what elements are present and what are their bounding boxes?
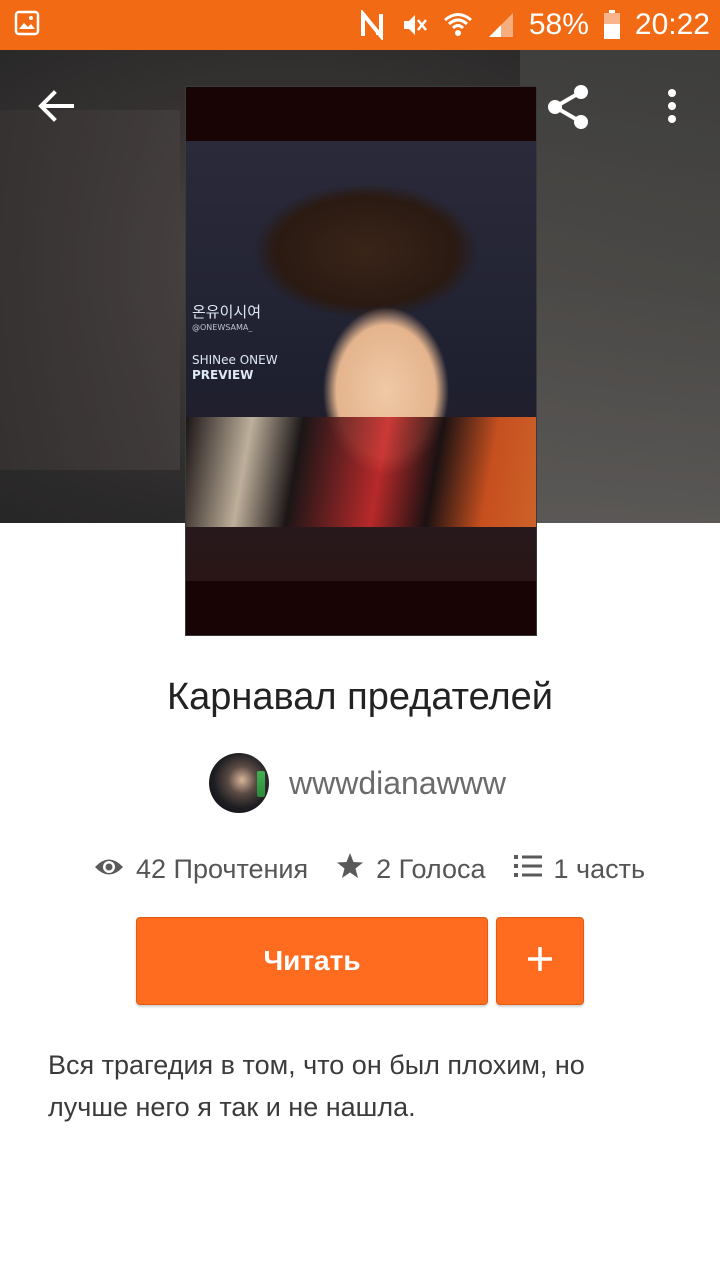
story-cover-image[interactable]: 온유이시여 @ONEWSAMA_ SHINee ONEW PREVIEW xyxy=(185,86,537,636)
votes-stat: 2 Голоса xyxy=(336,852,486,887)
status-bar: 58% 20:22 xyxy=(0,0,720,50)
battery-icon xyxy=(603,10,621,40)
author-name[interactable]: wwwdianawww xyxy=(289,765,506,802)
eye-icon xyxy=(94,854,124,885)
list-icon xyxy=(513,854,542,885)
wifi-icon xyxy=(443,11,473,39)
battery-percent: 58% xyxy=(528,8,589,41)
parts-stat: 1 часть xyxy=(513,853,646,885)
story-title: Карнавал предателей xyxy=(166,676,553,718)
story-stats: 42 Прочтения 2 Голоса 1 часть xyxy=(94,848,645,890)
clock: 20:22 xyxy=(634,8,710,41)
gallery-icon xyxy=(14,10,40,36)
parts-count: 1 часть xyxy=(553,853,646,884)
add-to-library-button[interactable] xyxy=(496,917,584,1005)
mute-icon xyxy=(401,11,429,39)
story-description: Вся трагедия в том, что он был плохим, н… xyxy=(48,1050,585,1122)
back-arrow-icon[interactable] xyxy=(32,84,80,128)
cover-caption: 온유이시여 @ONEWSAMA_ SHINee ONEW PREVIEW xyxy=(192,303,278,383)
read-button[interactable]: Читать xyxy=(136,917,488,1005)
plus-icon xyxy=(525,944,555,979)
share-icon[interactable] xyxy=(541,80,595,134)
reads-count: 42 Прочтения xyxy=(136,853,309,884)
read-button-label: Читать xyxy=(263,945,361,976)
author-row[interactable]: wwwdianawww xyxy=(209,753,506,813)
star-icon xyxy=(336,852,364,887)
more-vert-icon[interactable] xyxy=(656,84,688,128)
signal-icon xyxy=(487,11,515,39)
reads-stat: 42 Прочтения xyxy=(94,854,308,885)
avatar[interactable] xyxy=(209,753,269,813)
nfc-icon xyxy=(359,10,387,40)
votes-count: 2 Голоса xyxy=(376,853,486,884)
